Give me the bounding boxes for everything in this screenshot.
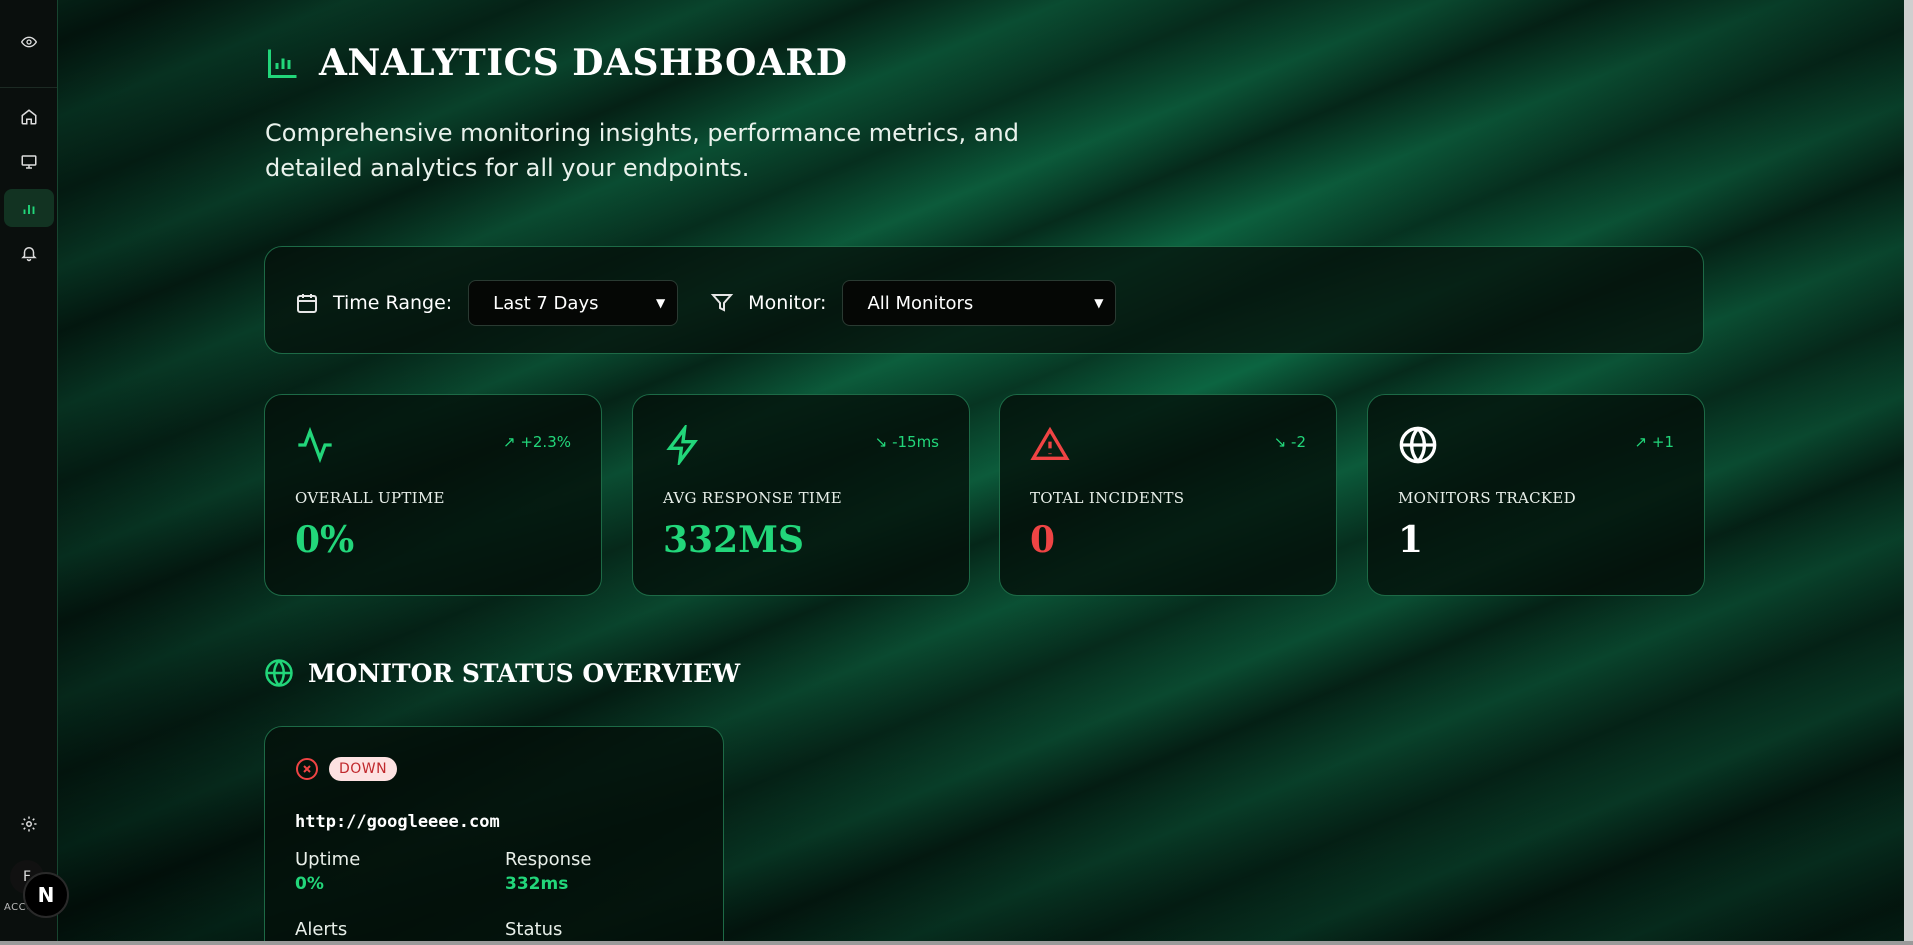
- trend-indicator: ↗ +2.3%: [502, 433, 571, 451]
- trend-indicator: ↘ -2: [1273, 433, 1306, 451]
- uptime-label: Uptime: [295, 849, 361, 870]
- sidebar-item-monitors[interactable]: [4, 143, 54, 181]
- time-range-select[interactable]: Last 7 Days ▼: [468, 280, 679, 326]
- activity-icon: [295, 425, 335, 469]
- status-badge: DOWN: [329, 757, 398, 781]
- section-title: MONITOR STATUS OVERVIEW: [308, 658, 741, 688]
- monitor-icon: [21, 155, 37, 169]
- window-border: [0, 941, 1913, 945]
- home-icon: [21, 109, 37, 125]
- page-title: ANALYTICS DASHBOARD: [319, 42, 848, 84]
- sidebar-item-settings[interactable]: [4, 805, 54, 843]
- monitor-url[interactable]: http://googleeee.com: [295, 812, 500, 832]
- response-value: 332ms: [505, 874, 569, 894]
- stat-card-incidents: ↘ -2 TOTAL INCIDENTS 0: [999, 394, 1337, 596]
- filter-icon: [710, 294, 734, 312]
- stat-value: 332MS: [663, 519, 804, 561]
- monitor-status: DOWN: [295, 757, 398, 781]
- alerts-label: Alerts: [295, 919, 348, 940]
- sidebar: F ACCO: [0, 0, 58, 941]
- sidebar-item-analytics[interactable]: [4, 189, 54, 227]
- dev-tools-badge[interactable]: N: [23, 872, 69, 918]
- stat-card-monitors: ↗ +1 MONITORS TRACKED 1: [1367, 394, 1705, 596]
- monitor-select[interactable]: All Monitors ▼: [842, 280, 1117, 326]
- monitor-value: All Monitors: [867, 292, 974, 314]
- sidebar-item-alerts[interactable]: [4, 234, 54, 272]
- globe-icon: [265, 659, 293, 687]
- monitor-card[interactable]: DOWN http://googleeee.com Uptime 0% Resp…: [264, 726, 724, 945]
- window-scrollbar[interactable]: [1904, 0, 1913, 945]
- status-label: Status: [505, 919, 563, 940]
- stat-label: TOTAL INCIDENTS: [1030, 489, 1185, 507]
- calendar-icon: [297, 294, 317, 313]
- zap-icon: [663, 422, 703, 469]
- filter-panel: Time Range: Last 7 Days ▼ Monitor: All M…: [264, 246, 1704, 354]
- bar-chart-icon: [268, 49, 297, 78]
- stat-card-response: ↘ -15ms AVG RESPONSE TIME 332MS: [632, 394, 970, 596]
- page-header: ANALYTICS DASHBOARD: [265, 42, 847, 84]
- trend-indicator: ↘ -15ms: [874, 433, 939, 451]
- time-range-label: Time Range:: [333, 292, 453, 314]
- alert-triangle-icon: [1030, 425, 1070, 469]
- trend-indicator: ↗ +1: [1634, 433, 1674, 451]
- uptime-value: 0%: [295, 874, 324, 894]
- filter-row: Time Range: Last 7 Days ▼ Monitor: All M…: [295, 280, 1117, 326]
- section-header: MONITOR STATUS OVERVIEW: [264, 658, 740, 688]
- x-circle-icon: [296, 758, 318, 780]
- gear-icon: [21, 816, 37, 832]
- monitor-label: Monitor:: [748, 292, 827, 314]
- stat-label: MONITORS TRACKED: [1398, 489, 1576, 507]
- sidebar-item-home[interactable]: [4, 98, 54, 136]
- stat-value: 1: [1398, 519, 1424, 561]
- stat-value: 0: [1030, 519, 1056, 561]
- chevron-down-icon: ▼: [1094, 296, 1104, 310]
- stat-label: OVERALL UPTIME: [295, 489, 445, 507]
- chevron-down-icon: ▼: [655, 296, 666, 310]
- page-subtitle: Comprehensive monitoring insights, perfo…: [265, 119, 1019, 182]
- stat-label: AVG RESPONSE TIME: [663, 489, 843, 507]
- eye-icon[interactable]: [20, 34, 37, 54]
- sidebar-header: [0, 0, 57, 88]
- globe-icon: [1398, 425, 1438, 469]
- response-label: Response: [505, 849, 592, 870]
- bell-icon: [21, 247, 37, 262]
- time-range-value: Last 7 Days: [493, 292, 599, 314]
- stat-card-uptime: ↗ +2.3% OVERALL UPTIME 0%: [264, 394, 602, 596]
- bar-chart-icon: [23, 205, 35, 214]
- stat-value: 0%: [295, 519, 355, 561]
